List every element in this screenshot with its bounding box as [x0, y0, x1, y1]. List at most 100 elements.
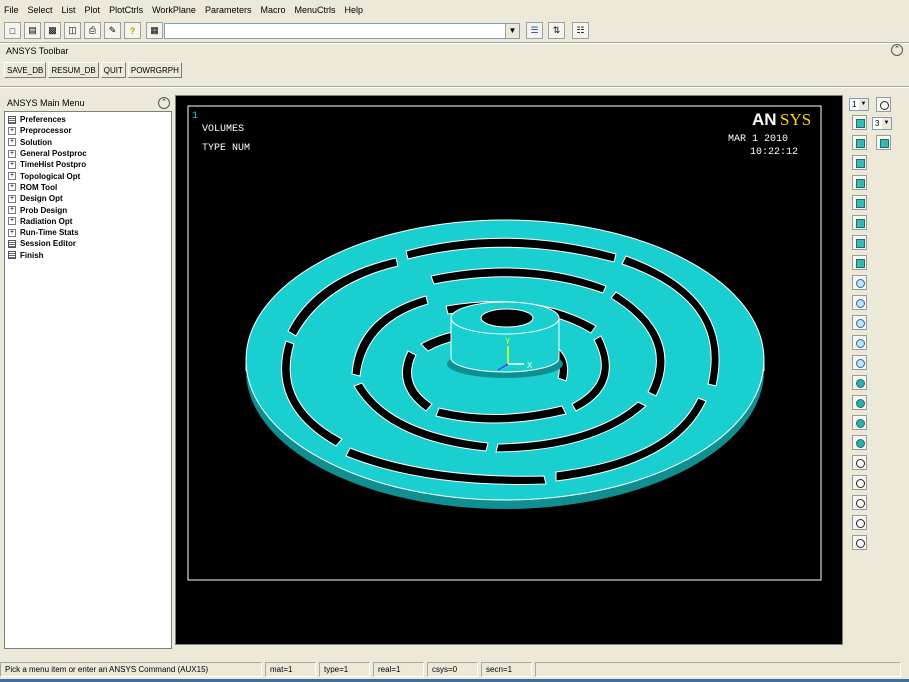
fit-view-icon[interactable]: [852, 275, 867, 290]
left-view-icon[interactable]: [852, 235, 867, 250]
main-menu-item-preferences[interactable]: Preferences: [5, 114, 171, 125]
toolbar-edit-icon[interactable]: ☰: [526, 22, 543, 39]
svg-text:X: X: [527, 361, 533, 370]
document-icon: [8, 115, 16, 124]
rotate-y-positive-icon[interactable]: [852, 495, 867, 510]
menu-plot[interactable]: Plot: [85, 5, 101, 15]
pan-up-icon[interactable]: [852, 415, 867, 430]
pan-right-icon[interactable]: [852, 395, 867, 410]
rotate-x-positive-icon[interactable]: [852, 455, 867, 470]
menu-workplane[interactable]: WorkPlane: [152, 5, 196, 15]
status-mat: mat=1: [265, 662, 316, 677]
right-view-icon[interactable]: [852, 175, 867, 190]
pan-left-icon[interactable]: [852, 375, 867, 390]
document-icon: [8, 239, 16, 248]
back-view-icon[interactable]: [852, 215, 867, 230]
main-menu-item-topological-opt[interactable]: + Topological Opt: [5, 170, 171, 181]
graphics-window[interactable]: 1 VOLUMES TYPE NUM MAR 1 2010 10:22:12 A…: [175, 95, 843, 645]
expand-plus-icon[interactable]: +: [8, 183, 16, 192]
ansys-toolbar-buttons: SAVE_DB RESUM_DB QUIT POWRGRPH: [4, 62, 182, 78]
oblique-view-icon[interactable]: [852, 135, 867, 150]
main-menu-item-design-opt[interactable]: + Design Opt: [5, 193, 171, 204]
main-menu-title: ANSYS Main Menu: [7, 98, 85, 108]
command-input[interactable]: ▼: [164, 23, 520, 39]
plot-label-type: TYPE NUM: [202, 143, 250, 154]
expand-plus-icon[interactable]: +: [8, 126, 16, 135]
image-capture-icon[interactable]: ✎: [104, 22, 121, 39]
save-db-button[interactable]: SAVE_DB: [4, 62, 47, 78]
model-view[interactable]: 1 VOLUMES TYPE NUM MAR 1 2010 10:22:12 A…: [176, 96, 844, 646]
status-type: type=1: [319, 662, 370, 677]
menu-list[interactable]: List: [62, 5, 76, 15]
rotate-y-negative-icon[interactable]: [852, 515, 867, 530]
resume-db-button[interactable]: RESUM_DB: [48, 62, 99, 78]
view-toolbar: 1 ▼ 3 ▼: [846, 95, 906, 650]
menu-file[interactable]: File: [4, 5, 19, 15]
expand-plus-icon[interactable]: +: [8, 217, 16, 226]
main-menu-item-solution[interactable]: + Solution: [5, 137, 171, 148]
view-dropdown-icon[interactable]: ▼: [882, 118, 891, 129]
toolbar-collapse-icon[interactable]: ⌃: [891, 44, 903, 56]
main-menu-item-label: Prob Design: [20, 205, 68, 215]
open-folder-icon[interactable]: ▤: [24, 22, 41, 39]
command-dropdown-icon[interactable]: ▼: [505, 24, 519, 38]
expand-plus-icon[interactable]: +: [8, 228, 16, 237]
main-menu-item-timehist-postpro[interactable]: + TimeHist Postpro: [5, 159, 171, 170]
menu-macro[interactable]: Macro: [260, 5, 285, 15]
front-view-icon[interactable]: [852, 155, 867, 170]
menu-parameters[interactable]: Parameters: [205, 5, 252, 15]
expand-plus-icon[interactable]: +: [8, 194, 16, 203]
bottom-view-icon[interactable]: [852, 255, 867, 270]
dynamic-mode-icon[interactable]: [876, 97, 891, 112]
menu-menuctrls[interactable]: MenuCtrls: [294, 5, 335, 15]
menu-bar: File Select List Plot PlotCtrls WorkPlan…: [0, 0, 909, 19]
save-icon[interactable]: ▩: [44, 22, 61, 39]
main-menu-item-session-editor[interactable]: Session Editor: [5, 238, 171, 249]
zoom-out-icon[interactable]: [852, 355, 867, 370]
zoom-icon[interactable]: [852, 295, 867, 310]
raise-hidden-icon[interactable]: ⇅: [548, 22, 565, 39]
top-view-icon[interactable]: [852, 195, 867, 210]
rotate-x-negative-icon[interactable]: [852, 475, 867, 490]
quit-button[interactable]: QUIT: [100, 62, 126, 78]
command-window-icon[interactable]: ▦: [146, 22, 163, 39]
new-file-icon[interactable]: □: [4, 22, 21, 39]
expand-plus-icon[interactable]: +: [8, 172, 16, 181]
main-menu-item-preprocessor[interactable]: + Preprocessor: [5, 125, 171, 136]
view-select[interactable]: 3 ▼: [872, 117, 892, 130]
help-icon[interactable]: ?: [124, 22, 141, 39]
menu-help[interactable]: Help: [345, 5, 364, 15]
main-menu-item-finish[interactable]: Finish: [5, 250, 171, 261]
powergraph-button[interactable]: POWRGRPH: [127, 62, 182, 78]
window-number: 1: [192, 111, 198, 122]
report-icon[interactable]: ◫: [64, 22, 81, 39]
box-zoom-icon[interactable]: [852, 315, 867, 330]
main-menu-item-label: Preprocessor: [20, 126, 72, 136]
isometric-view-icon[interactable]: [852, 115, 867, 130]
expand-plus-icon[interactable]: +: [8, 138, 16, 147]
main-menu-item-label: Run-Time Stats: [20, 228, 79, 238]
menu-plotctrls[interactable]: PlotCtrls: [109, 5, 143, 15]
print-icon[interactable]: ⎙: [84, 22, 101, 39]
main-menu-header: ANSYS Main Menu ⌃: [4, 96, 172, 110]
window-dropdown-icon[interactable]: ▼: [859, 99, 868, 110]
zoom-in-icon[interactable]: [852, 335, 867, 350]
pan-down-icon[interactable]: [852, 435, 867, 450]
main-menu-collapse-icon[interactable]: ⌃: [158, 97, 170, 109]
main-menu-item-run-time-stats[interactable]: + Run-Time Stats: [5, 227, 171, 238]
expand-plus-icon[interactable]: +: [8, 206, 16, 215]
main-menu-item-rom-tool[interactable]: + ROM Tool: [5, 182, 171, 193]
expand-plus-icon[interactable]: +: [8, 149, 16, 158]
spiral-disk-model[interactable]: [245, 219, 765, 509]
menu-select[interactable]: Select: [28, 5, 53, 15]
main-menu-item-label: TimeHist Postpro: [20, 160, 87, 170]
main-menu-item-prob-design[interactable]: + Prob Design: [5, 204, 171, 215]
expand-plus-icon[interactable]: +: [8, 160, 16, 169]
plot-time: 10:22:12: [750, 147, 798, 158]
main-menu-item-general-postproc[interactable]: + General Postproc: [5, 148, 171, 159]
window-select[interactable]: 1 ▼: [849, 98, 869, 111]
rotate-z-icon[interactable]: [852, 535, 867, 550]
hidden-resume-icon[interactable]: [876, 135, 891, 150]
contact-manager-icon[interactable]: ☷: [572, 22, 589, 39]
main-menu-item-radiation-opt[interactable]: + Radiation Opt: [5, 216, 171, 227]
